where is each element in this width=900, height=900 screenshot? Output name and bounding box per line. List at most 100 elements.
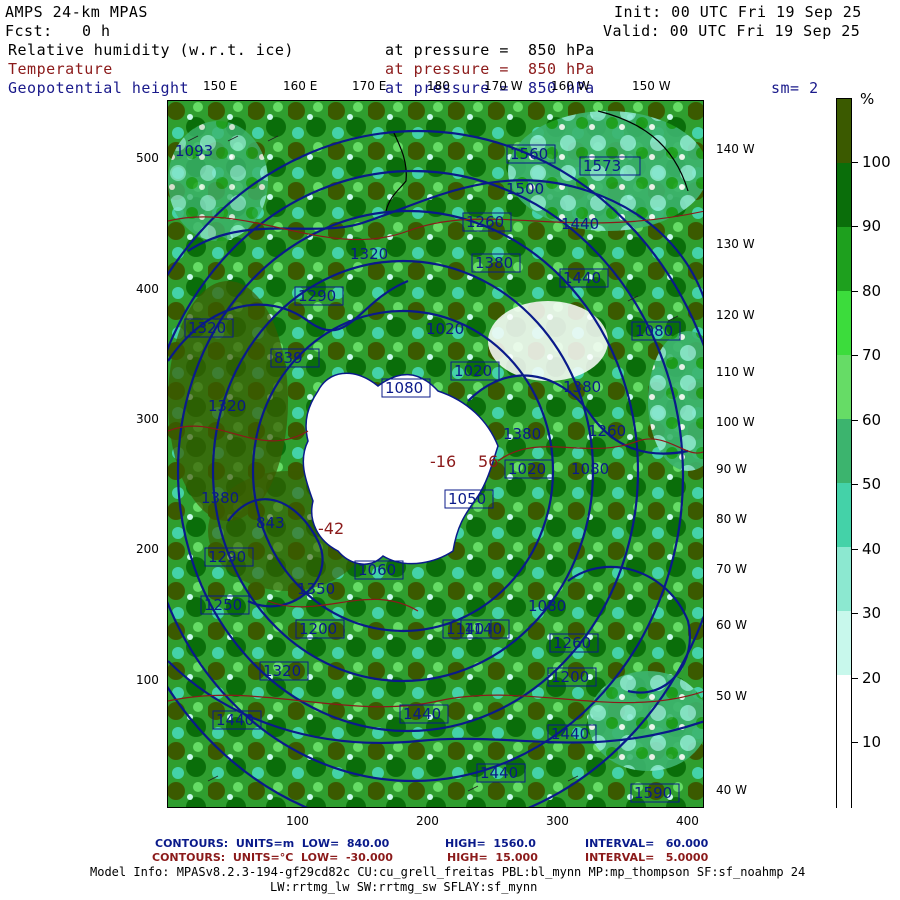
height-contour-high: HIGH= 1560.0	[445, 837, 536, 850]
temp-label: 56	[478, 452, 498, 471]
lon-label-right: 140 W	[716, 142, 755, 156]
x-tick-label: 100	[286, 814, 309, 828]
colorbar-tick	[852, 742, 858, 743]
y-tick-label: 100	[136, 673, 159, 687]
height-label: 1140	[446, 620, 484, 638]
height-label: 1440	[480, 764, 518, 782]
height-label: 1320	[350, 245, 388, 263]
model-info: Model Info: MPASv8.2.3-194-gf29cd82c CU:…	[90, 865, 806, 879]
forecast-label: Fcst:	[5, 22, 53, 40]
colorbar-tick	[852, 420, 858, 421]
colorbar	[836, 98, 852, 809]
height-label: 1440	[561, 215, 599, 233]
map-panel: 1093 1573 1560 1500 1260 1440 1320 1380 …	[167, 100, 704, 808]
lon-label-top: 150 W	[632, 79, 671, 93]
lon-label-top: 160 E	[283, 79, 318, 93]
colorbar-label: 20	[862, 669, 882, 687]
colorbar-tick	[852, 162, 858, 163]
colorbar-tick	[852, 678, 858, 679]
y-tick-label: 500	[136, 151, 159, 165]
colorbar-label: 70	[862, 346, 882, 364]
height-label: 1440	[563, 269, 601, 287]
lon-label-top: 170 W	[484, 79, 523, 93]
temp-contour-high: HIGH= 15.000	[447, 851, 538, 864]
lon-label-right: 80 W	[716, 512, 747, 526]
height-label: 1290	[208, 548, 246, 566]
lon-label-top: 160 W	[551, 79, 590, 93]
height-label: 1320	[263, 662, 301, 680]
y-tick-label: 300	[136, 412, 159, 426]
rh-patch	[588, 671, 703, 771]
height-label: 1093	[175, 142, 213, 160]
model-title: AMPS 24-km MPAS	[5, 3, 148, 21]
init-time: Init: 00 UTC Fri 19 Sep 25	[614, 3, 862, 21]
temp-label: -42	[318, 519, 344, 538]
colorbar-segment	[837, 419, 851, 483]
height-label: 1440	[216, 711, 254, 729]
colorbar-tick	[852, 291, 858, 292]
height-label: 1080	[528, 597, 566, 615]
x-tick-label: 200	[416, 814, 439, 828]
colorbar-segment	[837, 675, 851, 809]
colorbar-tick	[852, 355, 858, 356]
height-label: 1560	[510, 145, 548, 163]
height-label: 1350	[297, 580, 335, 598]
lon-label-top: 150 E	[203, 79, 238, 93]
x-tick-label: 300	[546, 814, 569, 828]
height-label: 1050	[448, 490, 486, 508]
model-info-2: LW:rrtmg_lw SW:rrtmg_sw SFLAY:sf_mynn	[270, 880, 538, 894]
height-label: 1500	[506, 180, 544, 198]
height-label: 1200	[551, 668, 589, 686]
lon-label-top: 180	[427, 79, 450, 93]
height-label: 1380	[201, 489, 239, 507]
height-label: 1380	[563, 378, 601, 396]
forecast-hour: 0 h	[82, 22, 111, 40]
colorbar-tick	[852, 226, 858, 227]
colorbar-segment	[837, 227, 851, 291]
height-label: 1080	[635, 322, 673, 340]
colorbar-label: 30	[862, 604, 882, 622]
colorbar-tick	[852, 549, 858, 550]
field-3-name: Geopotential height	[8, 79, 190, 97]
height-label: 1290	[298, 287, 336, 305]
height-contour-interval: INTERVAL= 60.000	[585, 837, 709, 850]
colorbar-segment	[837, 483, 851, 547]
height-label: 1260	[466, 213, 504, 231]
colorbar-segment	[837, 291, 851, 355]
lon-label-right: 120 W	[716, 308, 755, 322]
lon-label-right: 100 W	[716, 415, 755, 429]
height-label: 1080	[385, 379, 423, 397]
height-label: 1380	[503, 425, 541, 443]
height-label: 1320	[188, 319, 226, 337]
colorbar-tick	[852, 613, 858, 614]
height-label: 1590	[634, 784, 672, 802]
lon-label-right: 90 W	[716, 462, 747, 476]
colorbar-label: 80	[862, 282, 882, 300]
lon-label-right: 50 W	[716, 689, 747, 703]
colorbar-label: 100	[862, 153, 891, 171]
height-label: 1020	[508, 460, 546, 478]
height-label: 1020	[454, 362, 492, 380]
field-2-level: at pressure = 850 hPa	[385, 60, 595, 78]
height-label: 1320	[208, 397, 246, 415]
field-1-level: at pressure = 850 hPa	[385, 41, 595, 59]
temp-contour-info: CONTOURS: UNITS=°C LOW= -30.000	[152, 851, 393, 864]
height-label: 1080	[571, 460, 609, 478]
height-label: 1260	[588, 422, 626, 440]
height-label: 1573	[583, 157, 621, 175]
lon-label-right: 110 W	[716, 365, 755, 379]
colorbar-label: 60	[862, 411, 882, 429]
temp-contour-interval: INTERVAL= 5.0000	[585, 851, 709, 864]
y-tick-label: 200	[136, 542, 159, 556]
x-tick-label: 400	[676, 814, 699, 828]
colorbar-label: 50	[862, 475, 882, 493]
lon-label-right: 40 W	[716, 783, 747, 797]
lon-label-right: 60 W	[716, 618, 747, 632]
colorbar-label: 90	[862, 217, 882, 235]
colorbar-segment	[837, 611, 851, 675]
colorbar-segment	[837, 355, 851, 419]
field-1-name: Relative humidity (w.r.t. ice)	[8, 41, 294, 59]
y-tick-label: 400	[136, 282, 159, 296]
colorbar-segment	[837, 99, 851, 163]
colorbar-label: 40	[862, 540, 882, 558]
